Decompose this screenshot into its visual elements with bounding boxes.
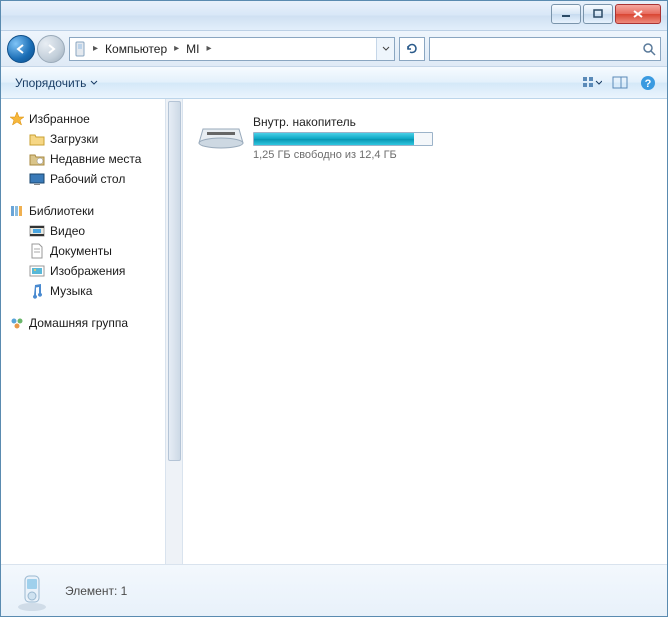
chevron-right-icon: ▸: [171, 43, 182, 54]
refresh-icon: [405, 42, 419, 56]
favorites-header[interactable]: Избранное: [9, 109, 182, 129]
sidebar-item-video[interactable]: Видео: [9, 221, 182, 241]
refresh-button[interactable]: [399, 37, 425, 61]
sidebar-scrollbar[interactable]: [165, 99, 182, 564]
help-button[interactable]: ?: [637, 72, 659, 94]
drive-info: Внутр. накопитель 1,25 ГБ свободно из 12…: [253, 115, 439, 161]
organize-menu[interactable]: Упорядочить: [9, 73, 104, 93]
drive-usage-fill: [254, 133, 414, 145]
back-button[interactable]: [7, 35, 35, 63]
homegroup-group: Домашняя группа: [1, 311, 182, 343]
libraries-group: Библиотеки Видео Документы Изображения М…: [1, 199, 182, 311]
content-pane[interactable]: Внутр. накопитель 1,25 ГБ свободно из 12…: [183, 99, 667, 564]
forward-button[interactable]: [37, 35, 65, 63]
nav-buttons: [7, 35, 65, 63]
sidebar-item-recent[interactable]: Недавние места: [9, 149, 182, 169]
drive-name: Внутр. накопитель: [253, 115, 439, 129]
sidebar-item-label: Загрузки: [50, 132, 98, 146]
drive-item[interactable]: Внутр. накопитель 1,25 ГБ свободно из 12…: [193, 111, 443, 165]
view-options-button[interactable]: [581, 72, 603, 94]
status-bar: Элемент: 1: [1, 564, 667, 616]
maximize-button[interactable]: [583, 4, 613, 24]
arrow-right-icon: [44, 42, 58, 56]
sidebar-item-downloads[interactable]: Загрузки: [9, 129, 182, 149]
search-box[interactable]: [429, 37, 661, 61]
svg-text:?: ?: [645, 78, 652, 90]
arrow-left-icon: [14, 42, 28, 56]
recent-icon: [29, 151, 45, 167]
preview-pane-button[interactable]: [609, 72, 631, 94]
device-status-icon: [11, 570, 53, 612]
maximize-icon: [593, 9, 603, 19]
navigation-pane: Избранное Загрузки Недавние места Рабочи…: [1, 99, 183, 564]
drive-free-text: 1,25 ГБ свободно из 12,4 ГБ: [253, 149, 439, 161]
explorer-window: ▸ Компьютер ▸ MI ▸ Упорядочить: [0, 0, 668, 617]
drive-usage-bar: [253, 132, 433, 146]
chevron-down-icon: [90, 79, 98, 87]
status-text: Элемент: 1: [65, 584, 127, 598]
minimize-button[interactable]: [551, 4, 581, 24]
sidebar-item-desktop[interactable]: Рабочий стол: [9, 169, 182, 189]
breadcrumb[interactable]: ▸ Компьютер ▸ MI ▸: [69, 37, 395, 61]
sidebar-item-label: Видео: [50, 224, 85, 238]
sidebar-item-music[interactable]: Музыка: [9, 281, 182, 301]
star-icon: [9, 111, 25, 127]
chevron-right-icon: ▸: [204, 43, 215, 54]
breadcrumb-computer[interactable]: Компьютер: [101, 38, 171, 60]
organize-label: Упорядочить: [15, 76, 86, 90]
search-icon: [642, 42, 656, 56]
minimize-icon: [561, 9, 571, 19]
libraries-label: Библиотеки: [29, 204, 94, 218]
sidebar-item-label: Недавние места: [50, 152, 141, 166]
homegroup-icon: [9, 315, 25, 331]
folder-icon: [29, 131, 45, 147]
desktop-icon: [29, 171, 45, 187]
breadcrumb-device[interactable]: MI: [182, 38, 203, 60]
chevron-down-icon: [382, 45, 390, 53]
drive-icon: [197, 115, 245, 155]
breadcrumb-dropdown[interactable]: [376, 38, 394, 60]
document-icon: [29, 243, 45, 259]
address-bar: ▸ Компьютер ▸ MI ▸: [1, 31, 667, 67]
close-icon: [632, 9, 644, 19]
sidebar-item-label: Рабочий стол: [50, 172, 125, 186]
libraries-icon: [9, 203, 25, 219]
help-icon: ?: [640, 75, 656, 91]
homegroup-header[interactable]: Домашняя группа: [9, 313, 182, 333]
favorites-label: Избранное: [29, 112, 90, 126]
close-button[interactable]: [615, 4, 661, 24]
scrollbar-thumb[interactable]: [168, 101, 181, 461]
toolbar: Упорядочить ?: [1, 67, 667, 99]
favorites-group: Избранное Загрузки Недавние места Рабочи…: [1, 107, 182, 199]
preview-pane-icon: [612, 76, 628, 90]
device-icon: [70, 41, 90, 57]
sidebar-item-label: Изображения: [50, 264, 125, 278]
sidebar-item-label: Документы: [50, 244, 112, 258]
sidebar-item-images[interactable]: Изображения: [9, 261, 182, 281]
libraries-header[interactable]: Библиотеки: [9, 201, 182, 221]
titlebar: [1, 1, 667, 31]
sidebar-item-documents[interactable]: Документы: [9, 241, 182, 261]
sidebar-item-label: Музыка: [50, 284, 92, 298]
video-icon: [29, 223, 45, 239]
image-icon: [29, 263, 45, 279]
view-icon: [582, 76, 595, 90]
homegroup-label: Домашняя группа: [29, 316, 128, 330]
chevron-down-icon: [595, 79, 602, 87]
music-icon: [29, 283, 45, 299]
search-input[interactable]: [434, 42, 642, 56]
chevron-right-icon: ▸: [90, 43, 101, 54]
body: Избранное Загрузки Недавние места Рабочи…: [1, 99, 667, 564]
